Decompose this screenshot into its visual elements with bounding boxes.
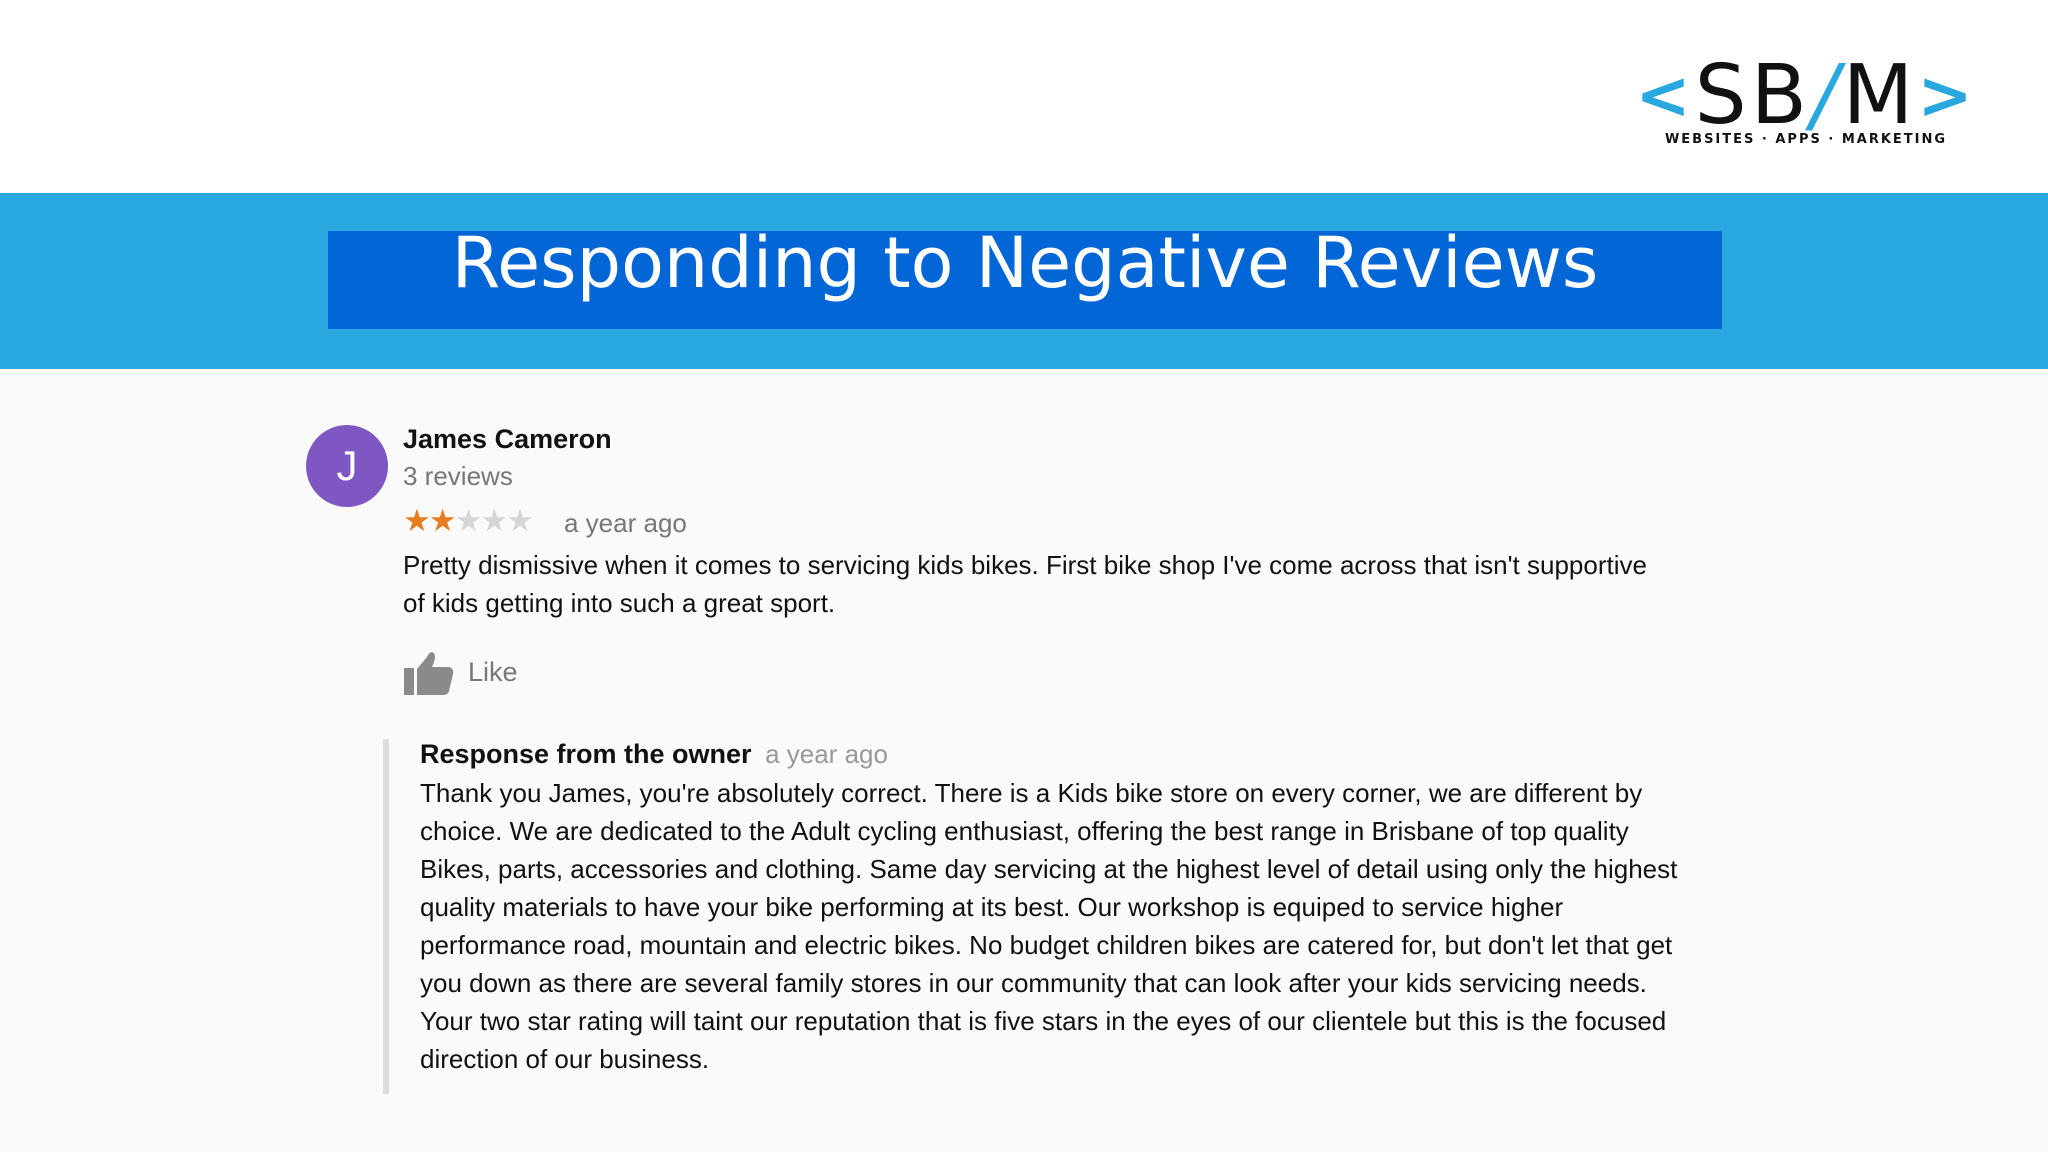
logo-left-chevron: < — [1635, 57, 1695, 134]
review-card: J James Cameron 3 reviews ★★★★★ a year a… — [0, 369, 2048, 1152]
header-bar: < SB / M > WEBSITES · APPS · MARKETING — [0, 0, 2048, 193]
title-box: Responding to Negative Reviews — [328, 222, 1722, 329]
like-label: Like — [468, 656, 518, 687]
title-banner: Responding to Negative Reviews — [0, 193, 2048, 369]
avatar[interactable]: J — [306, 425, 388, 507]
like-button[interactable]: Like — [403, 647, 518, 697]
sbm-logo: < SB / M > WEBSITES · APPS · MARKETING — [1626, 50, 1986, 150]
thumbs-up-icon — [403, 648, 455, 696]
logo-slash: / — [1810, 48, 1843, 143]
reviewer-review-count[interactable]: 3 reviews — [403, 461, 513, 492]
owner-response-text: Thank you James, you're absolutely corre… — [420, 778, 1678, 1074]
review-text: Pretty dismissive when it comes to servi… — [403, 550, 1647, 618]
logo-letters-sb: SB — [1694, 48, 1811, 143]
page-title: Responding to Negative Reviews — [451, 222, 1599, 304]
reviewer-name[interactable]: James Cameron — [403, 424, 612, 455]
owner-response: Response from the owner a year ago Thank… — [383, 739, 1689, 1094]
review-timestamp: a year ago — [564, 508, 687, 538]
logo-letter-m: M — [1842, 48, 1918, 143]
star-filled-icon: ★★ — [403, 503, 457, 538]
logo-wordmark: < SB / M > — [1626, 50, 1986, 142]
star-rating: ★★★★★ — [403, 503, 534, 538]
star-empty-icon: ★★★ — [454, 503, 534, 538]
logo-tagline: WEBSITES · APPS · MARKETING — [1664, 132, 1948, 147]
owner-response-header: Response from the owner a year ago — [420, 739, 888, 770]
owner-response-timestamp: a year ago — [765, 739, 888, 769]
logo-right-chevron: > — [1917, 57, 1977, 134]
owner-response-title: Response from the owner — [420, 739, 752, 769]
